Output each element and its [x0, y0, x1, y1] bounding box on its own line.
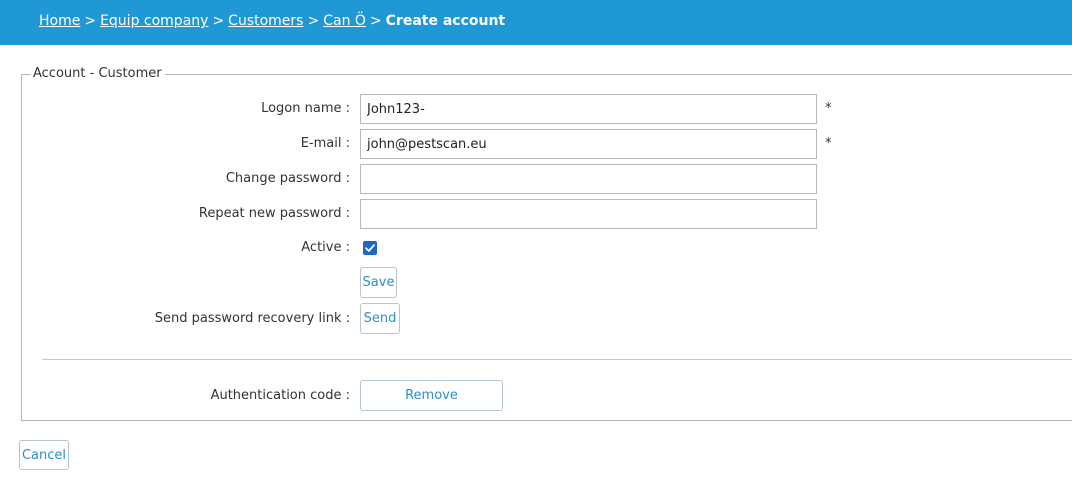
active-checkbox[interactable]	[363, 241, 377, 255]
logon-name-input[interactable]	[360, 94, 817, 124]
active-label: Active :	[301, 240, 350, 255]
send-button[interactable]: Send	[360, 303, 400, 334]
breadcrumb-home-link[interactable]: Home	[39, 13, 80, 29]
breadcrumb-company-link[interactable]: Equip company	[100, 13, 208, 29]
remove-button[interactable]: Remove	[360, 380, 503, 411]
breadcrumb: Home > Equip company > Customers > Can Ö > Creat…	[39, 13, 505, 29]
breadcrumb-separator: >	[369, 13, 382, 29]
repeat-password-input[interactable]	[360, 199, 817, 229]
repeat-password-label: Repeat new password :	[198, 206, 350, 221]
save-button[interactable]: Save	[360, 267, 397, 298]
divider	[42, 359, 1072, 360]
change-password-input[interactable]	[360, 164, 817, 194]
top-bar: Home > Equip company > Customers > Can Ö > Creat…	[0, 0, 1072, 45]
account-fieldset	[21, 74, 1072, 421]
breadcrumb-separator: >	[212, 13, 225, 29]
authentication-code-label: Authentication code :	[210, 388, 350, 403]
breadcrumb-separator: >	[84, 13, 97, 29]
logon-name-label: Logon name :	[261, 101, 350, 116]
email-input[interactable]	[360, 129, 817, 159]
breadcrumb-separator: >	[307, 13, 320, 29]
breadcrumb-customers-link[interactable]: Customers	[228, 13, 303, 29]
fieldset-legend: Account - Customer	[30, 66, 165, 81]
change-password-label: Change password :	[225, 171, 350, 186]
breadcrumb-customer-link[interactable]: Can Ö	[323, 13, 366, 29]
email-required-marker: *	[825, 136, 832, 151]
breadcrumb-current: Create account	[385, 13, 506, 29]
email-label: E-mail :	[300, 136, 350, 151]
cancel-button[interactable]: Cancel	[19, 440, 69, 470]
recovery-link-label: Send password recovery link :	[154, 311, 350, 326]
logon-required-marker: *	[825, 101, 832, 116]
checkmark-icon	[365, 244, 375, 252]
